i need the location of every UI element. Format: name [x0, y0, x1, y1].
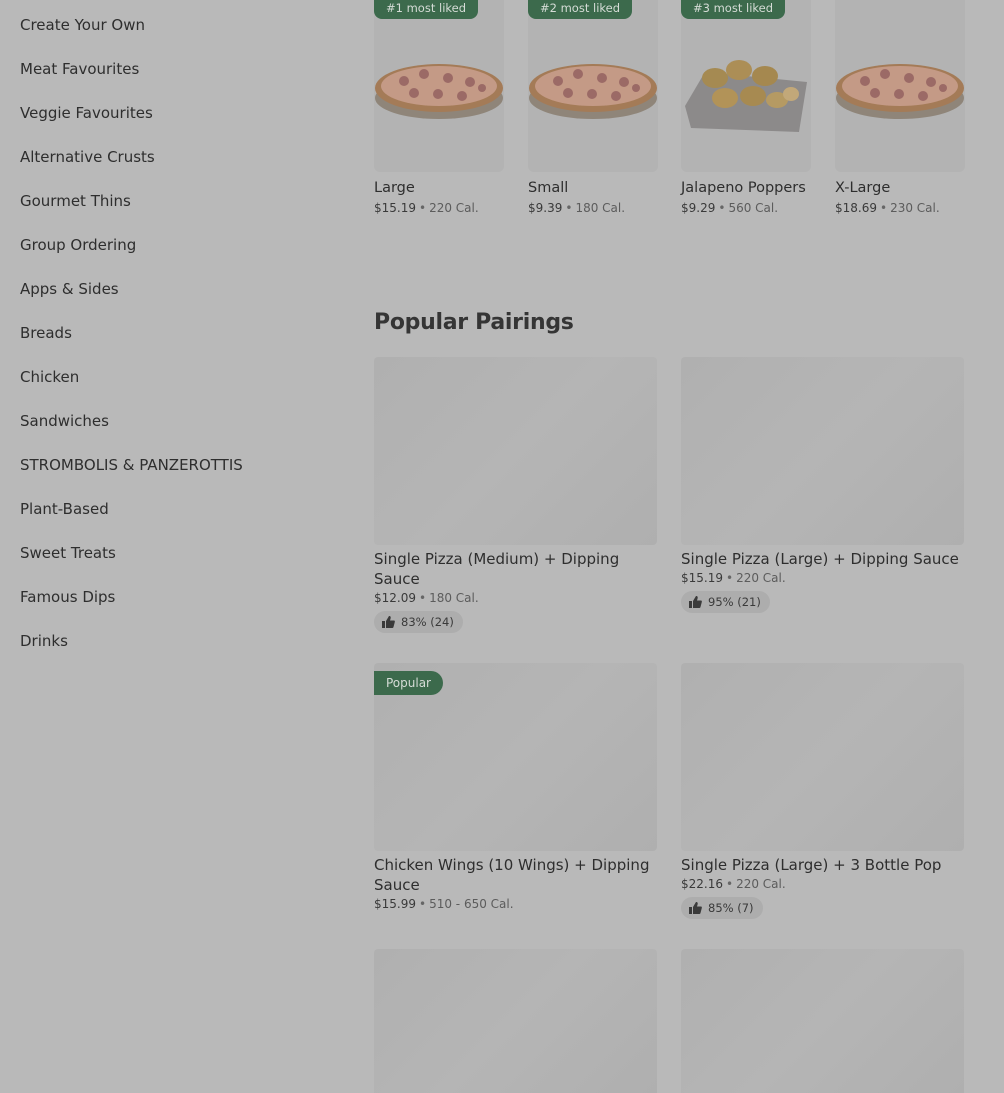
category-breads[interactable]: Breads	[20, 324, 72, 346]
pairing-card[interactable]: Popular Chicken Wings (10 Wings) + Dippi…	[374, 663, 657, 911]
category-plant-based[interactable]: Plant-Based	[20, 500, 109, 522]
pairing-name: Single Pizza (Medium) + Dipping Sauce	[374, 550, 620, 588]
category-gourmet-thins[interactable]: Gourmet Thins	[20, 192, 131, 214]
category-group-ordering[interactable]: Group Ordering	[20, 236, 136, 258]
item-price-calories: $15.19 • 220 Cal.	[374, 201, 479, 215]
item-name: Large $15.19 • 220 Cal.	[374, 178, 504, 218]
pairing-name: Chicken Wings (10 Wings) + Dipping Sauce	[374, 856, 650, 894]
rating-badge: 95% (21)	[681, 591, 770, 613]
item-name: Jalapeno Poppers $9.29 • 560 Cal.	[681, 178, 811, 218]
rating-badge: 83% (24)	[374, 611, 463, 633]
item-name: X-Large $18.69 • 230 Cal.	[835, 178, 965, 218]
pairing-image	[374, 357, 657, 545]
pairing-image	[681, 357, 964, 545]
pizza-image	[374, 0, 504, 172]
pairing-card[interactable]	[374, 949, 657, 1093]
pairing-card[interactable]: Single Pizza (Large) + 3 Bottle Pop $22.…	[681, 663, 964, 919]
pairing-image	[681, 949, 964, 1093]
category-meat-favourites[interactable]: Meat Favourites	[20, 60, 139, 82]
category-create-your-own[interactable]: Create Your Own	[20, 16, 145, 38]
pairing-price-calories: $15.19 • 220 Cal.	[681, 571, 786, 585]
rating-badge: 85% (7)	[681, 897, 763, 919]
item-name: Small $9.39 • 180 Cal.	[528, 178, 658, 218]
pairing-price-calories: $12.09 • 180 Cal.	[374, 591, 479, 605]
pairing-price-calories: $22.16 • 220 Cal.	[681, 877, 786, 891]
category-strombolis-panzerottis[interactable]: STROMBOLIS & PANZEROTTIS	[20, 456, 243, 478]
rank-badge: #2 most liked	[528, 0, 633, 19]
category-drinks[interactable]: Drinks	[20, 632, 68, 654]
category-chicken[interactable]: Chicken	[20, 368, 79, 390]
pairing-price-calories: $15.99 • 510 - 650 Cal.	[374, 897, 514, 911]
jalapeno-poppers-image	[681, 0, 811, 172]
category-veggie-favourites[interactable]: Veggie Favourites	[20, 104, 153, 126]
pairing-name: Single Pizza (Large) + Dipping Sauce	[681, 550, 959, 568]
thumbs-up-icon	[689, 596, 702, 608]
section-title-popular-pairings: Popular Pairings	[374, 310, 574, 335]
rank-badge: #3 most liked	[681, 0, 786, 19]
popular-badge: Popular	[374, 671, 443, 695]
item-price-calories: $18.69 • 230 Cal.	[835, 201, 940, 215]
category-alternative-crusts[interactable]: Alternative Crusts	[20, 148, 155, 170]
category-sweet-treats[interactable]: Sweet Treats	[20, 544, 116, 566]
pairing-card[interactable]: Single Pizza (Medium) + Dipping Sauce $1…	[374, 357, 657, 633]
thumbs-up-icon	[382, 616, 395, 628]
pizza-image	[528, 0, 658, 172]
menu-main: #1 most liked Large $15.19 • 220 Cal. #2 m…	[374, 0, 974, 1093]
pairing-name: Single Pizza (Large) + 3 Bottle Pop	[681, 856, 942, 874]
pairing-image	[681, 663, 964, 851]
item-price-calories: $9.29 • 560 Cal.	[681, 201, 779, 215]
item-price-calories: $9.39 • 180 Cal.	[528, 201, 626, 215]
pairing-card[interactable]	[681, 949, 964, 1093]
pairing-image	[374, 949, 657, 1093]
rank-badge: #1 most liked	[374, 0, 479, 19]
category-sandwiches[interactable]: Sandwiches	[20, 412, 109, 434]
category-famous-dips[interactable]: Famous Dips	[20, 588, 115, 610]
pairing-card[interactable]: Single Pizza (Large) + Dipping Sauce $15…	[681, 357, 964, 613]
category-apps-sides[interactable]: Apps & Sides	[20, 280, 119, 302]
pizza-image	[835, 0, 965, 172]
thumbs-up-icon	[689, 902, 702, 914]
